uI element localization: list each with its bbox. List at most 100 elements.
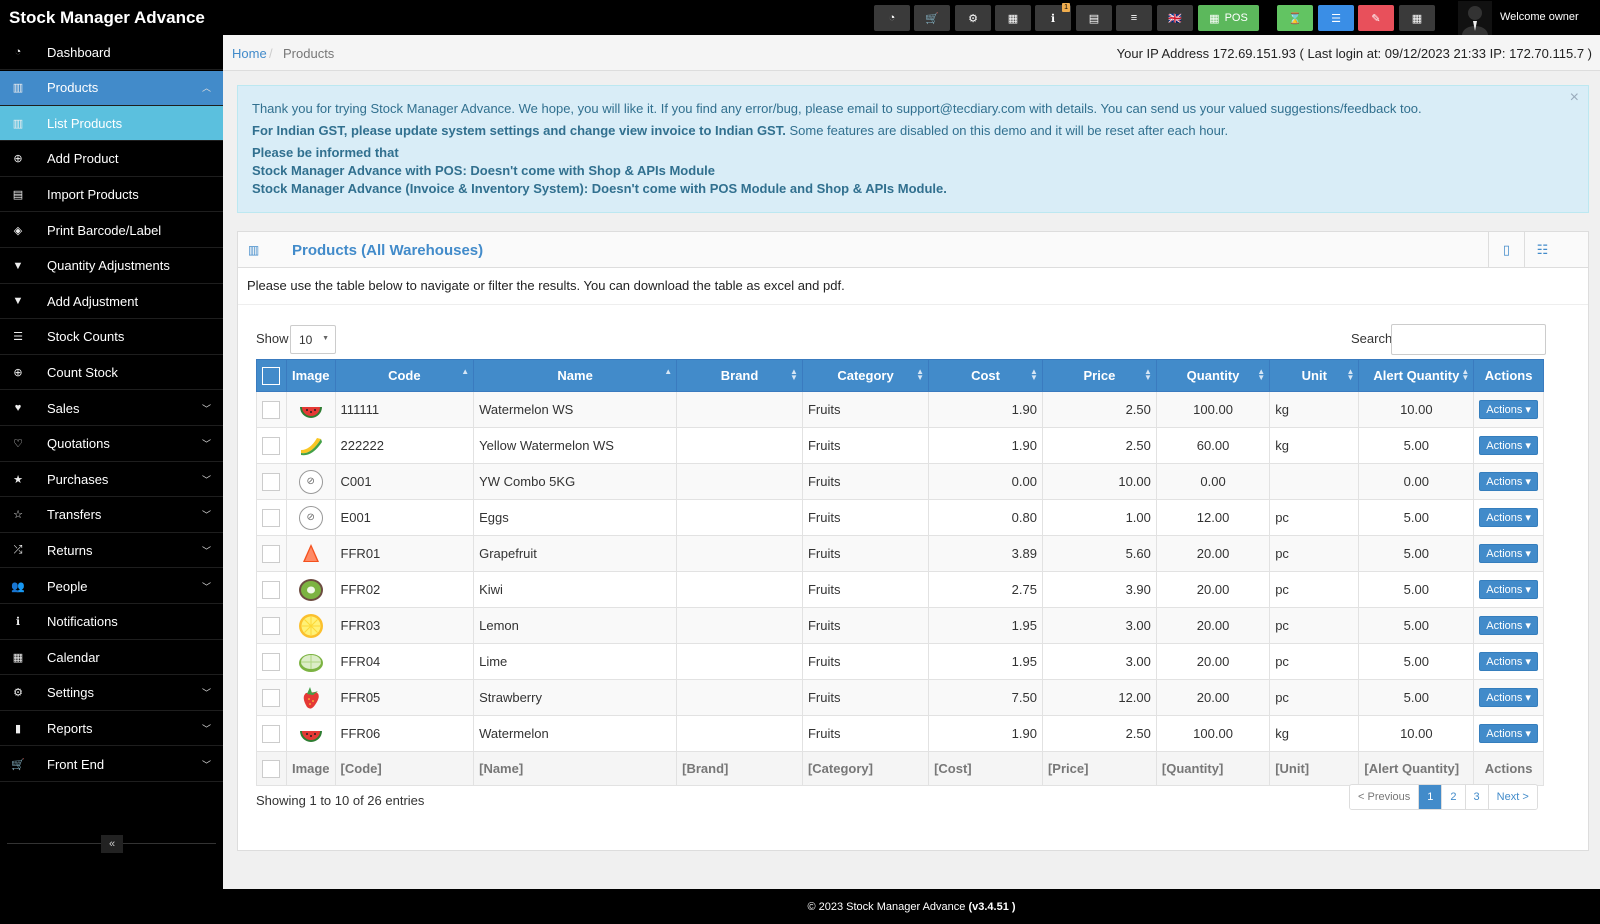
row-checkbox[interactable] (262, 472, 281, 491)
table-row[interactable]: ⊘ E001 Eggs Fruits 0.80 1.00 12.00 pc 5.00 Action… (256, 499, 1544, 536)
sidebar-item-front-end[interactable]: 🛒 Front End ﹀ (0, 747, 223, 782)
list-button[interactable]: ☰ (1318, 5, 1354, 31)
actions-dropdown-button[interactable]: Actions ▾ (1479, 436, 1538, 455)
table-row[interactable]: FFR05 Strawberry Fruits 7.50 12.00 20.00 pc 5.0… (256, 679, 1544, 716)
pagination-page-1[interactable]: 1 (1419, 785, 1443, 809)
row-checkbox[interactable] (262, 652, 281, 671)
user-avatar[interactable] (1458, 1, 1492, 35)
table-row[interactable]: FFR02 Kiwi Fruits 2.75 3.90 20.00 pc 5.00 Action… (256, 571, 1544, 608)
footer-checkbox[interactable] (262, 759, 281, 778)
filter-code[interactable]: [Code] (334, 751, 475, 786)
actions-dropdown-button[interactable]: Actions ▾ (1479, 652, 1538, 671)
row-checkbox[interactable] (262, 508, 281, 527)
row-checkbox[interactable] (262, 688, 281, 707)
sidebar-item-reports[interactable]: ▮ Reports ﹀ (0, 711, 223, 747)
column-header-price[interactable]: Price ▲ ▼ (1041, 359, 1157, 392)
sidebar-collapse-button[interactable]: « (101, 835, 123, 853)
alert-close-icon[interactable]: × (1570, 89, 1579, 107)
calendar-button[interactable]: ▤ (1076, 5, 1112, 31)
sidebar-item-sales[interactable]: ♥ Sales ﹀ (0, 391, 223, 426)
sidebar-item-stock-counts[interactable]: ☰ Stock Counts (0, 320, 223, 355)
watermelon-image[interactable] (298, 397, 324, 423)
filter-cost[interactable]: [Cost] (928, 751, 1043, 786)
pagination-page-2[interactable]: 2 (1442, 785, 1466, 809)
actions-dropdown-button[interactable]: Actions ▾ (1479, 616, 1538, 635)
grapefruit-image[interactable] (298, 541, 324, 567)
calculator-button[interactable]: ▦ (995, 5, 1031, 31)
pagination-previous[interactable]: < Previous (1350, 785, 1420, 809)
sidebar-item-import-products[interactable]: ▤ Import Products (0, 177, 223, 213)
eraser-button[interactable]: ✎ (1358, 5, 1394, 31)
sidebar-item-count-stock[interactable]: ⊕ Count Stock (0, 355, 223, 391)
sidebar-item-people[interactable]: 👥 People ﹀ (0, 569, 223, 604)
no-image-icon[interactable]: ⊘ (298, 469, 323, 494)
search-input[interactable] (1391, 324, 1546, 355)
table-row[interactable]: FFR03 Lemon Fruits 1.95 3.00 20.00 pc 5.00 Actio… (256, 607, 1544, 644)
column-header-code[interactable]: Code ▲ (334, 359, 475, 392)
tasks-menu-icon[interactable]: ☷ (1524, 232, 1560, 268)
column-header-category[interactable]: Category ▲ ▼ (801, 359, 930, 392)
column-header-cost[interactable]: Cost ▲ ▼ (928, 359, 1043, 392)
strawberry-image[interactable] (298, 685, 324, 711)
table-row[interactable]: ⊘ C001 YW Combo 5KG Fruits 0.00 10.00 0.00 0.00… (256, 463, 1544, 500)
sidebar-item-transfers[interactable]: ☆ Transfers ﹀ (0, 498, 223, 533)
sidebar-item-notifications[interactable]: ℹ Notifications (0, 605, 223, 640)
column-header-unit[interactable]: Unit ▲ ▼ (1269, 359, 1360, 392)
actions-dropdown-button[interactable]: Actions ▾ (1479, 400, 1538, 419)
sidebar-item-add-product[interactable]: ⊕ Add Product (0, 142, 223, 177)
actions-dropdown-button[interactable]: Actions ▾ (1479, 544, 1538, 563)
sidebar-item-list-products[interactable]: ▥ List Products (0, 106, 223, 142)
actions-dropdown-button[interactable]: Actions ▾ (1479, 688, 1538, 707)
column-header-alert-quantity[interactable]: Alert Quantity ▲ ▼ (1358, 359, 1475, 392)
sidebar-item-products[interactable]: ▥ Products ︿ (0, 70, 223, 106)
row-checkbox[interactable] (262, 724, 281, 743)
row-checkbox[interactable] (262, 400, 281, 419)
filter-brand[interactable]: [Brand] (676, 751, 803, 786)
lime-image[interactable] (298, 649, 324, 675)
sidebar-item-add-adjustment[interactable]: ▼ Add Adjustment (0, 284, 223, 320)
row-checkbox[interactable] (262, 436, 281, 455)
cart-button[interactable]: 🛒 (914, 5, 950, 31)
yellow-watermelon-image[interactable] (298, 433, 324, 459)
sidebar-item-settings[interactable]: ⚙ Settings ﹀ (0, 676, 223, 711)
column-header-quantity[interactable]: Quantity ▲ ▼ (1155, 359, 1271, 392)
pagination-page-3[interactable]: 3 (1465, 785, 1489, 809)
sidebar-item-print-barcode-label[interactable]: ◈ Print Barcode/Label (0, 213, 223, 248)
sidebar-item-quantity-adjustments[interactable]: ▼ Quantity Adjustments (0, 249, 223, 284)
row-checkbox[interactable] (262, 616, 281, 635)
watermelon-image[interactable] (298, 721, 324, 747)
row-checkbox[interactable] (262, 580, 281, 599)
filter-name[interactable]: [Name] (473, 751, 678, 786)
receipt-button[interactable]: ≡ (1116, 5, 1152, 31)
actions-dropdown-button[interactable]: Actions ▾ (1479, 508, 1538, 527)
table-row[interactable]: FFR04 Lime Fruits 1.95 3.00 20.00 pc 5.00 Action… (256, 643, 1544, 680)
column-header-brand[interactable]: Brand ▲ ▼ (676, 359, 803, 392)
lemon-image[interactable] (298, 613, 324, 639)
actions-dropdown-button[interactable]: Actions ▾ (1479, 724, 1538, 743)
actions-dropdown-button[interactable]: Actions ▾ (1479, 580, 1538, 599)
column-header-name[interactable]: Name ▲ (473, 359, 678, 392)
kiwi-image[interactable] (298, 577, 324, 603)
dashboard-button[interactable]: ◔ (874, 5, 910, 31)
table-row[interactable]: FFR06 Watermelon Fruits 1.90 2.50 100.00 kg 10.… (256, 715, 1544, 752)
breadcrumb-home-link[interactable]: Home (232, 46, 267, 61)
actions-dropdown-button[interactable]: Actions ▾ (1479, 472, 1538, 491)
filter-category[interactable]: [Category] (801, 751, 930, 786)
row-checkbox[interactable] (262, 544, 281, 563)
cogs-button[interactable]: ⚙ (955, 5, 991, 31)
page-size-select[interactable]: 10 ▼ (290, 325, 336, 354)
welcome-user[interactable]: Welcome owner (1500, 11, 1579, 23)
sidebar-item-returns[interactable]: ⤮ Returns ﹀ (0, 533, 223, 569)
sidebar-item-calendar[interactable]: ▦ Calendar (0, 640, 223, 676)
pagination-next[interactable]: Next > (1488, 785, 1537, 809)
sidebar-item-quotations[interactable]: ♡ Quotations ﹀ (0, 427, 223, 462)
sidebar-item-dashboard[interactable]: ◔ Dashboard (0, 35, 223, 70)
sidebar-item-purchases[interactable]: ★ Purchases ﹀ (0, 462, 223, 498)
table-row[interactable]: FFR01 Grapefruit Fruits 3.89 5.60 20.00 pc 5.00… (256, 535, 1544, 572)
info-button[interactable]: ℹ1 (1035, 3, 1071, 31)
brand-logo[interactable]: Stock Manager Advance (9, 8, 205, 28)
select-all-checkbox[interactable] (262, 366, 281, 385)
filter-price[interactable]: [Price] (1041, 751, 1157, 786)
table-row[interactable]: 222222 Yellow Watermelon WS Fruits 1.90 2.50… (256, 427, 1544, 464)
no-image-icon[interactable]: ⊘ (298, 505, 323, 530)
